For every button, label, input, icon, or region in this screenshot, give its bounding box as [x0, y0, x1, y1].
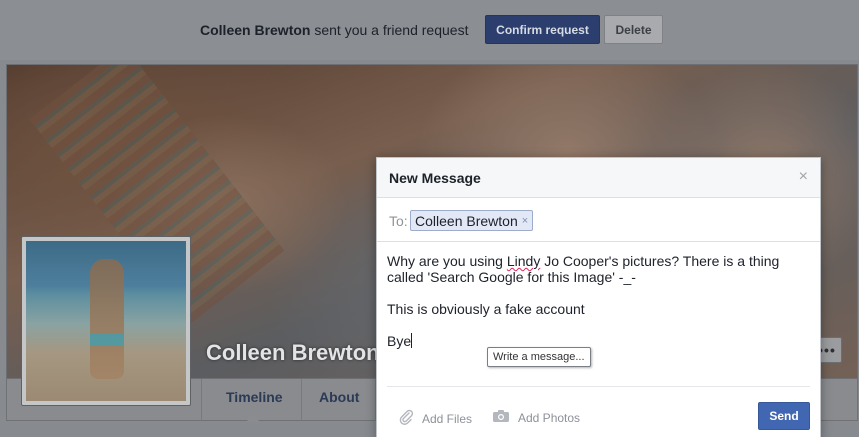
message-line: This is obviously a fake account — [387, 301, 585, 317]
text-cursor — [411, 333, 413, 348]
misspelled-word[interactable]: Lindy — [507, 253, 540, 269]
message-line: Bye — [387, 333, 812, 349]
message-text: Bye — [387, 333, 412, 349]
tab-timeline[interactable]: Timeline — [226, 389, 283, 405]
dialog-divider — [387, 386, 810, 387]
paperclip-icon — [398, 409, 414, 428]
placeholder-tooltip: Write a message... — [487, 347, 591, 367]
nav-separator — [301, 379, 302, 421]
recipient-token: Colleen Brewton × — [410, 210, 534, 231]
profile-picture-detail — [90, 333, 124, 345]
delete-request-button[interactable]: Delete — [604, 15, 663, 44]
confirm-request-button[interactable]: Confirm request — [485, 15, 600, 44]
requester-name[interactable]: Colleen Brewton — [200, 22, 310, 38]
friend-request-bar: Colleen Brewton sent you a friend reques… — [0, 0, 859, 60]
camera-icon — [492, 409, 510, 426]
profile-picture-figure — [90, 259, 124, 379]
message-text: Why are you using — [387, 253, 507, 269]
dialog-title: New Message — [389, 170, 481, 186]
dialog-header: New Message × — [377, 158, 820, 198]
new-message-dialog: New Message × To: Colleen Brewton × Why … — [376, 157, 821, 437]
remove-recipient-icon[interactable]: × — [522, 215, 528, 227]
recipient-name: Colleen Brewton — [415, 212, 518, 229]
add-files-button[interactable]: Add Files — [398, 409, 472, 428]
active-tab-indicator — [246, 415, 260, 422]
profile-picture-image — [26, 241, 186, 401]
send-button[interactable]: Send — [758, 402, 810, 430]
tab-about[interactable]: About — [319, 389, 359, 405]
recipient-field[interactable]: To: Colleen Brewton × — [377, 199, 820, 242]
message-line: Why are you using Lindy Jo Cooper's pict… — [387, 253, 812, 285]
message-textarea[interactable]: Why are you using Lindy Jo Cooper's pict… — [387, 253, 812, 349]
add-files-label: Add Files — [422, 411, 473, 426]
profile-picture[interactable] — [21, 236, 191, 406]
nav-separator — [201, 379, 202, 421]
to-label: To: — [389, 213, 408, 229]
close-icon[interactable]: × — [799, 169, 808, 185]
profile-name[interactable]: Colleen Brewton — [206, 340, 380, 366]
add-photos-button[interactable]: Add Photos — [492, 409, 580, 426]
add-photos-label: Add Photos — [518, 410, 581, 425]
friend-request-text: Colleen Brewton sent you a friend reques… — [200, 22, 468, 38]
request-message: sent you a friend request — [314, 22, 469, 38]
